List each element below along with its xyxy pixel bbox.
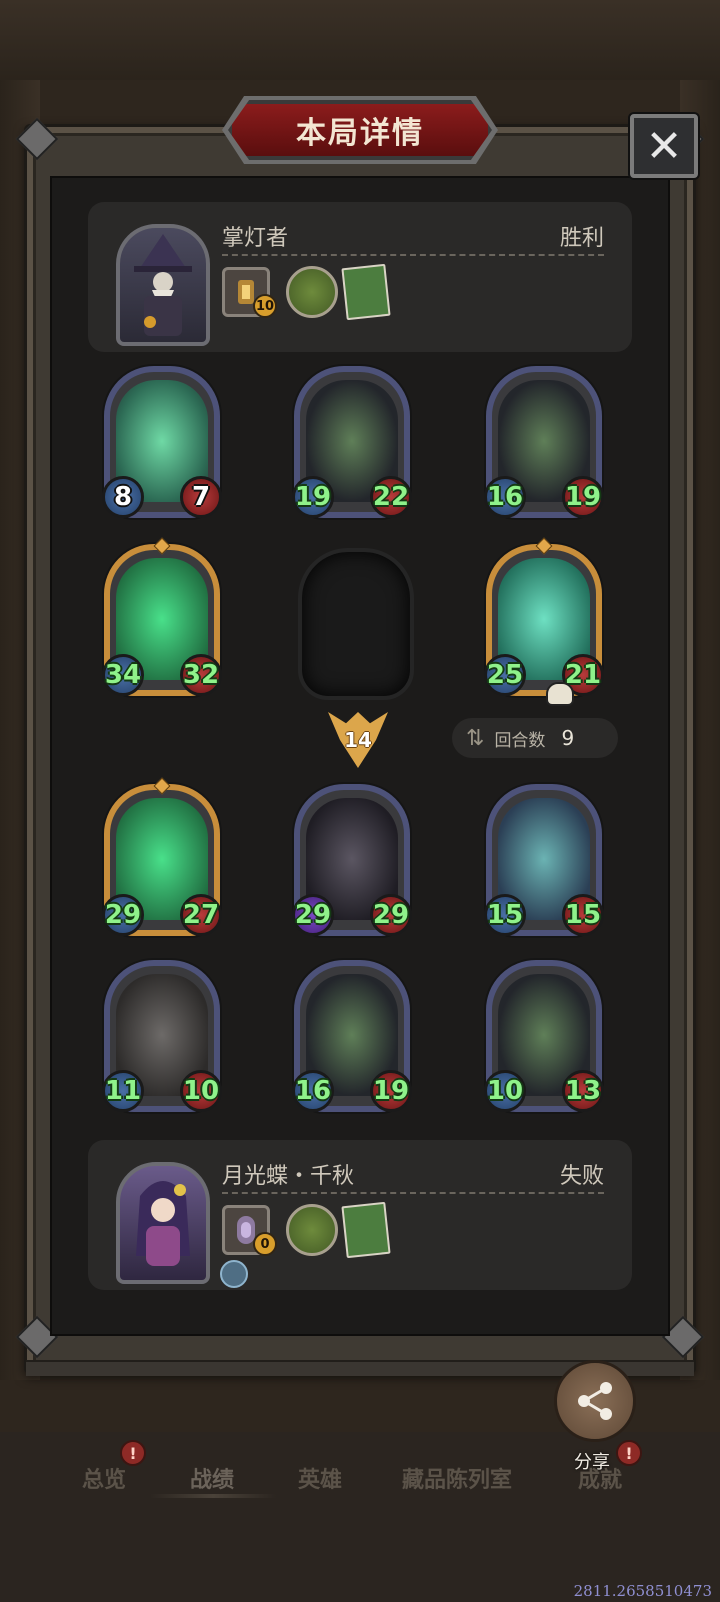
health-stat: 13 [562,1070,604,1112]
close-icon: ✕ [645,120,683,172]
attack-stat: 11 [102,1070,144,1112]
health-stat: 22 [370,476,412,518]
lantern-level-badge: 0 [253,1232,277,1256]
health-stat: 29 [370,894,412,936]
health-stat: 15 [562,894,604,936]
dialog-title: 本局详情 [296,116,424,151]
player-items: 0 [222,1201,391,1259]
minion-card[interactable]: 15 15 [484,784,604,936]
minion-card[interactable]: 29 29 [292,784,412,936]
minion-card[interactable]: 19 22 [292,366,412,518]
sword-icon[interactable] [220,1260,248,1288]
nav-heroes[interactable]: 英雄 [298,1462,342,1494]
attack-stat: 8 [102,476,144,518]
player-name: 掌灯者 [222,226,289,251]
share-button[interactable] [554,1360,636,1442]
nav-overview[interactable]: 总览 [82,1462,126,1494]
player-panel-loser: 月光蝶・千秋 失败 0 [88,1140,632,1290]
player-panel-winner: 掌灯者 胜利 10 [88,202,632,352]
health-stat: 19 [370,1070,412,1112]
attack-stat: 16 [292,1070,334,1112]
background-top [0,0,720,80]
share-label: 分享 [574,1452,610,1473]
health-stat: 32 [180,654,222,696]
close-button[interactable]: ✕ [630,114,698,178]
minion-card[interactable]: 11 10 [102,960,222,1112]
nav-collection[interactable]: 藏品陈列室 [402,1462,512,1494]
minion-card[interactable]: 25 21 [484,537,604,706]
minion-card[interactable]: 8 7 [102,366,222,518]
alert-badge-icon: ! [120,1440,146,1466]
minion-card[interactable]: 34 32 [102,537,222,696]
hero-power-icon[interactable] [286,266,338,318]
divider [222,254,604,256]
attack-stat: 16 [484,476,526,518]
minion-card[interactable]: 16 19 [484,366,604,518]
swap-icon: ⇅ [466,725,485,751]
active-tab-underline [150,1494,276,1498]
avatar[interactable] [116,1162,210,1284]
health-stat: 27 [180,894,222,936]
attack-stat: 29 [102,894,144,936]
health-stat: 10 [180,1070,222,1112]
lamplighter-portrait-icon [134,234,192,336]
round-counter: ⇅ 回合数 9 [452,718,618,758]
coordinate-readout: 2811.2658510473 [573,1582,712,1600]
lantern-icon[interactable]: 10 [222,267,277,318]
attack-stat: 29 [292,894,334,936]
attack-stat: 34 [102,654,144,696]
player-items: 10 [222,263,391,321]
minion-card[interactable]: 16 19 [292,960,412,1112]
lantern-level-badge: 10 [253,294,277,318]
share-icon [578,1382,612,1420]
book-icon[interactable] [341,1201,391,1259]
minion-card[interactable]: 10 13 [484,960,604,1112]
player-result: 失败 [559,1164,604,1189]
round-label: 回合数 [494,730,546,751]
title-plate: 本局详情 [228,100,492,160]
attack-stat: 10 [484,1070,526,1112]
player-name: 月光蝶・千秋 [222,1164,355,1189]
damage-value: 14 [344,728,372,752]
attack-stat: 15 [484,894,526,936]
moon-butterfly-portrait-icon [136,1181,190,1266]
nav-records[interactable]: 战绩 [190,1462,234,1494]
avatar[interactable] [116,224,210,346]
attack-stat: 19 [292,476,334,518]
attack-stat: 25 [484,654,526,696]
alert-badge-icon: ! [616,1440,642,1466]
player-result: 胜利 [559,226,604,251]
lantern-icon[interactable]: 0 [222,1205,277,1256]
empty-card-slot [298,548,414,700]
health-stat: 19 [562,476,604,518]
book-icon[interactable] [341,263,391,321]
minion-card[interactable]: 29 27 [102,777,222,936]
health-stat: 7 [180,476,222,518]
round-value: 9 [561,726,575,750]
bottom-navigation [0,1432,720,1602]
hero-power-icon[interactable] [286,1204,338,1256]
divider [222,1192,604,1194]
skull-icon [546,682,574,706]
